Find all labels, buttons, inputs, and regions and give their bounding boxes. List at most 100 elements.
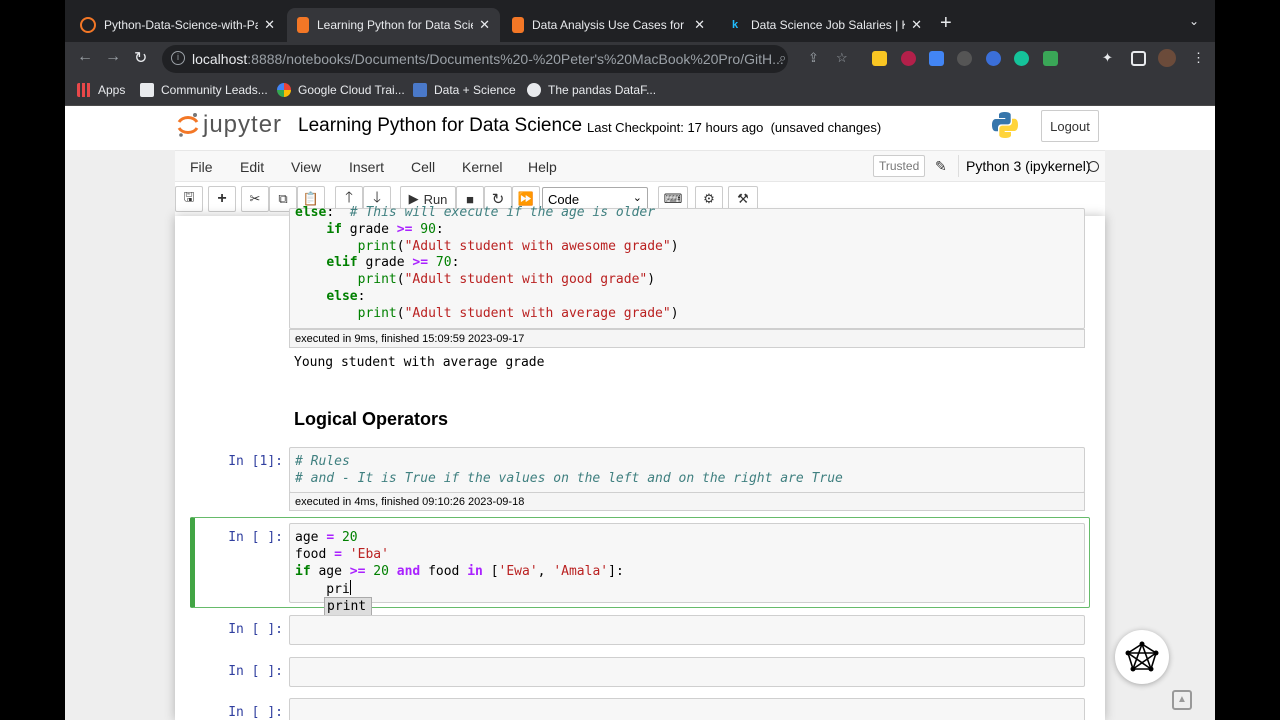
tab-learning-python[interactable]: Learning Python for Data Scien ✕ xyxy=(287,8,500,42)
extension-icon[interactable] xyxy=(986,51,1001,66)
back-icon[interactable]: ← xyxy=(77,48,93,66)
code-cell-input[interactable] xyxy=(289,615,1085,645)
trusted-badge[interactable]: Trusted xyxy=(873,155,926,177)
jupyter-wordmark: jupyter xyxy=(203,111,283,138)
code-cell-input[interactable] xyxy=(289,698,1085,720)
autosave-status: (unsaved changes) xyxy=(770,120,882,135)
puzzle-extensions-icon[interactable]: ✦ xyxy=(1102,50,1113,66)
avatar[interactable] xyxy=(1158,49,1176,67)
code-cell-input[interactable]: # Rules # and - It is True if the values… xyxy=(289,447,1085,493)
checkpoint-text: Last Checkpoint: 17 hours ago xyxy=(587,120,764,135)
keep-extension-icon[interactable] xyxy=(872,51,887,66)
notebook-site: else: # This will execute if the age is … xyxy=(65,205,1215,720)
tab-kaggle[interactable]: k Data Science Job Salaries | Ka ✕ xyxy=(717,8,932,42)
zoom-icon[interactable]: ⌕ xyxy=(779,50,786,66)
reload-icon[interactable]: ↻ xyxy=(134,48,147,68)
hammer-icon: ⚒ xyxy=(737,191,749,206)
code-cell-input[interactable]: else: # This will execute if the age is … xyxy=(289,205,1085,329)
save-button[interactable]: 🖫 xyxy=(175,186,203,212)
share-icon[interactable]: ⇪ xyxy=(808,50,819,66)
tab-label: Data Analysis Use Cases for Py xyxy=(532,18,689,32)
notebook-icon xyxy=(512,17,524,33)
url-path: :8888/notebooks/Documents/Documents%20-%… xyxy=(247,51,784,67)
sheets-extension-icon[interactable] xyxy=(1043,51,1058,66)
data-science-icon xyxy=(413,83,427,97)
close-icon[interactable]: ✕ xyxy=(479,17,490,33)
bookmark-pandas[interactable]: The pandas DataF... xyxy=(527,83,656,97)
menu-cell[interactable]: Cell xyxy=(411,159,435,175)
bookmark-star-icon[interactable]: ☆ xyxy=(836,50,848,66)
divider xyxy=(958,155,959,177)
menu-file[interactable]: File xyxy=(190,159,213,175)
execution-time: executed in 4ms, finished 09:10:26 2023-… xyxy=(289,492,1085,511)
bookmark-label: Data + Science xyxy=(434,83,516,97)
bookmarks-bar: Apps Community Leads... Google Cloud Tra… xyxy=(65,76,1215,106)
input-prompt: In [1]: xyxy=(228,454,283,469)
bookmark-apps[interactable]: Apps xyxy=(77,83,125,97)
code-editor[interactable]: # Rules # and - It is True if the values… xyxy=(295,454,843,488)
input-prompt: In [ ]: xyxy=(228,530,283,545)
jupyter-logo[interactable]: jupyter xyxy=(177,111,282,139)
translate-extension-icon[interactable] xyxy=(929,51,944,66)
address-bar-row: ← → ↻ i localhost:8888/notebooks/Documen… xyxy=(65,42,1215,76)
network-graph-icon xyxy=(1125,641,1159,672)
edit-mode-pencil-icon: ✎ xyxy=(935,158,947,174)
bookmark-label: Community Leads... xyxy=(161,83,268,97)
input-prompt: In [ ]: xyxy=(228,664,283,679)
tab-python-data-science[interactable]: Python-Data-Science-with-Pa ✕ xyxy=(70,8,285,42)
chevron-down-icon: ⌄ xyxy=(632,192,642,204)
side-panel-icon[interactable] xyxy=(1131,51,1146,66)
extension-icon[interactable] xyxy=(901,51,916,66)
tab-data-analysis[interactable]: Data Analysis Use Cases for Py ✕ xyxy=(502,8,715,42)
autocomplete-suggestion[interactable]: print xyxy=(324,597,372,616)
forward-icon[interactable]: → xyxy=(105,48,121,66)
tab-bar: Python-Data-Science-with-Pa ✕ Learning P… xyxy=(65,0,1215,42)
markdown-heading[interactable]: Logical Operators xyxy=(294,409,448,430)
insert-cell-button[interactable]: + xyxy=(208,186,236,212)
notebook-title[interactable]: Learning Python for Data Science xyxy=(298,115,582,137)
close-icon[interactable]: ✕ xyxy=(911,17,922,33)
scroll-to-top-button[interactable]: ▲ xyxy=(1172,690,1192,710)
tab-search-chevron-icon[interactable]: ⌄ xyxy=(1189,14,1199,28)
menu-bar: File Edit View Insert Cell Kernel Help T… xyxy=(175,150,1105,182)
bookmark-data-science[interactable]: Data + Science xyxy=(413,83,516,97)
code-editor[interactable]: age = 20 food = 'Eba' if age >= 20 and f… xyxy=(295,530,624,599)
apps-grid-icon xyxy=(77,83,91,97)
close-icon[interactable]: ✕ xyxy=(694,17,705,33)
python-logo-icon xyxy=(992,112,1018,138)
input-prompt: In [ ]: xyxy=(228,622,283,637)
bookmark-google-cloud[interactable]: Google Cloud Trai... xyxy=(277,83,405,97)
more-menu-icon[interactable]: ⋮ xyxy=(1192,50,1205,66)
new-tab-button[interactable]: + xyxy=(940,12,952,35)
info-icon[interactable]: i xyxy=(171,51,185,65)
browser-window: Python-Data-Science-with-Pa ✕ Learning P… xyxy=(65,0,1215,720)
floating-network-button[interactable] xyxy=(1115,630,1169,684)
logout-button[interactable]: Logout xyxy=(1041,110,1099,142)
tab-label: Python-Data-Science-with-Pa xyxy=(104,18,259,32)
bookmark-label: Google Cloud Trai... xyxy=(298,83,405,97)
google-cloud-icon xyxy=(277,83,291,97)
url-input[interactable]: i localhost:8888/notebooks/Documents/Doc… xyxy=(162,45,788,73)
menu-insert[interactable]: Insert xyxy=(349,159,384,175)
menu-view[interactable]: View xyxy=(291,159,321,175)
tab-label: Data Science Job Salaries | Ka xyxy=(751,18,906,32)
code-cell-input[interactable] xyxy=(289,657,1085,687)
cut-button[interactable]: ✂ xyxy=(241,186,269,212)
jupyter-icon xyxy=(80,17,96,33)
menu-kernel[interactable]: Kernel xyxy=(462,159,502,175)
code-editor[interactable]: else: # This will execute if the age is … xyxy=(295,205,679,323)
menu-help[interactable]: Help xyxy=(528,159,557,175)
tab-label: Learning Python for Data Scien xyxy=(317,18,474,32)
menu-edit[interactable]: Edit xyxy=(240,159,264,175)
notebook-container: else: # This will execute if the age is … xyxy=(175,205,1105,720)
dots-extension-icon[interactable] xyxy=(957,51,972,66)
grammarly-icon[interactable] xyxy=(1014,51,1029,66)
url-host: localhost xyxy=(192,51,248,67)
bookmark-label: Apps xyxy=(98,83,126,97)
scissors-icon: ✂ xyxy=(249,191,261,206)
kernel-name[interactable]: Python 3 (ipykernel) xyxy=(966,158,1091,174)
bookmark-community-leads[interactable]: Community Leads... xyxy=(140,83,268,97)
kaggle-icon: k xyxy=(731,19,739,31)
code-cell-input[interactable]: age = 20 food = 'Eba' if age >= 20 and f… xyxy=(289,523,1085,603)
close-icon[interactable]: ✕ xyxy=(264,17,275,33)
